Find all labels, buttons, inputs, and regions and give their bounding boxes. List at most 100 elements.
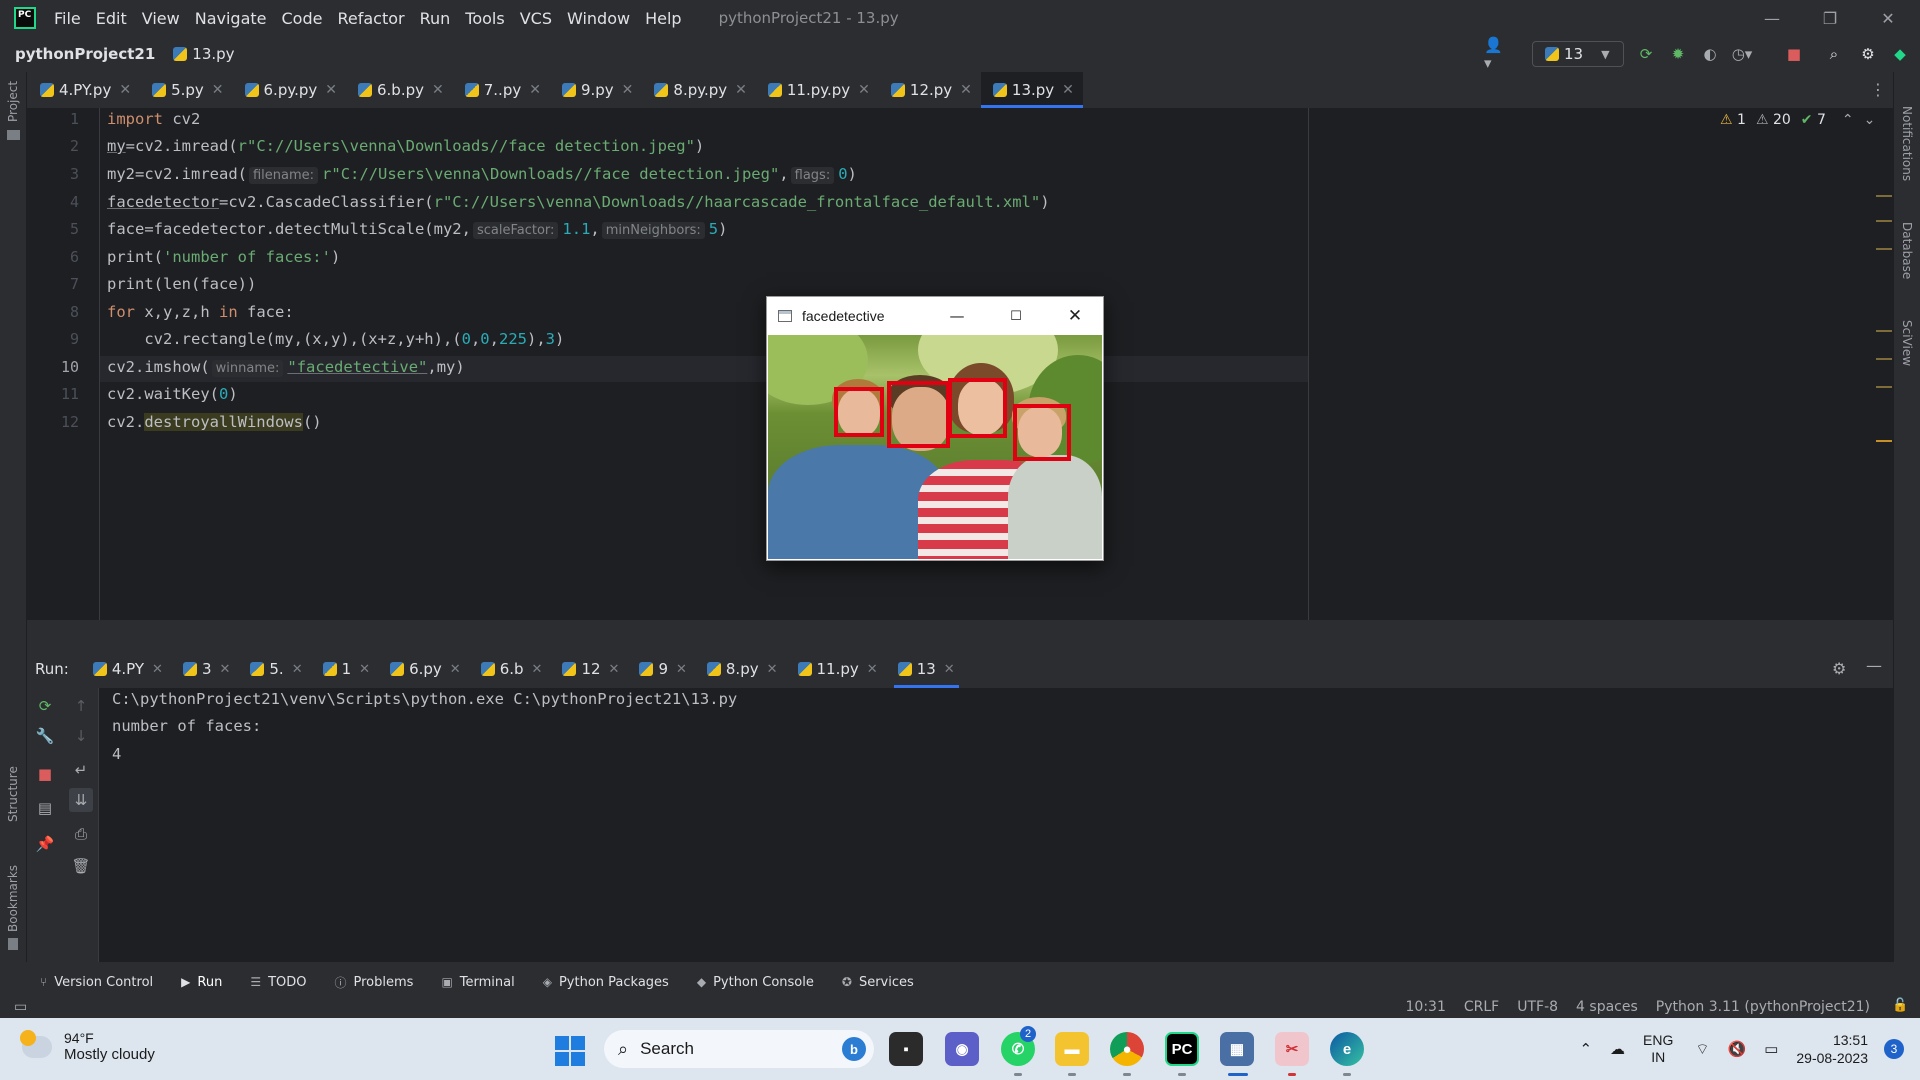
structure-tool-label[interactable]: Structure [6, 766, 20, 822]
run-tab[interactable]: 8.py ✕ [697, 650, 788, 688]
warning-count-1[interactable]: ⚠ 1 [1720, 112, 1746, 128]
services-button[interactable]: ✪ Services [842, 975, 914, 990]
error-stripe-mark[interactable] [1876, 440, 1892, 442]
task-view-icon[interactable]: ▪ [889, 1032, 923, 1066]
wifi-icon[interactable]: ⌔ [1695, 1040, 1709, 1059]
code-line-5[interactable]: face=facedetector.detectMultiScale(my2, s… [107, 220, 727, 239]
notifications-tool-label[interactable]: Notifications [1900, 106, 1914, 181]
battery-icon[interactable]: ▭ [1764, 1040, 1778, 1058]
soft-wrap-icon[interactable]: ↵ [69, 758, 93, 782]
python-console-button[interactable]: ◆ Python Console [697, 975, 814, 990]
close-tab-icon[interactable]: ✕ [867, 662, 878, 677]
menu-help[interactable]: Help [645, 9, 681, 28]
chevron-up-icon[interactable]: ⌃ [1579, 1040, 1592, 1058]
sciview-tool-label[interactable]: SciView [1900, 320, 1914, 366]
jetbrains-ai-icon[interactable]: ◆ [1890, 44, 1910, 64]
error-stripe-mark[interactable] [1876, 330, 1892, 332]
run-tab[interactable]: 3 ✕ [173, 650, 240, 688]
code-line-9[interactable]: cv2.rectangle(my,(x,y),(x+z,y+h),(0,0,22… [107, 330, 564, 348]
opencv-image-window[interactable]: facedetective — ☐ ✕ [766, 296, 1104, 561]
code-line-7[interactable]: print(len(face)) [107, 275, 256, 293]
close-tab-icon[interactable]: ✕ [325, 82, 337, 98]
stop-icon[interactable]: ■ [33, 762, 57, 786]
code-line-3[interactable]: my2=cv2.imread(filename: r"C://Users\venn… [107, 165, 857, 184]
maximize-icon[interactable]: ☐ [1004, 305, 1028, 327]
snipping-tool-icon[interactable]: ✂ [1275, 1032, 1309, 1066]
error-stripe-mark[interactable] [1876, 248, 1892, 250]
bookmark-icon[interactable] [8, 938, 18, 950]
teams-chat-icon[interactable]: ◉ [945, 1032, 979, 1066]
code-line-2[interactable]: my=cv2.imread(r"C://Users\venna\Download… [107, 137, 704, 155]
bookmarks-tool-label[interactable]: Bookmarks [6, 865, 20, 932]
database-tool-label[interactable]: Database [1900, 222, 1914, 279]
run-tab[interactable]: 12 ✕ [552, 650, 629, 688]
menu-refactor[interactable]: Refactor [337, 9, 404, 28]
problems-button[interactable]: ⓘ Problems [335, 974, 414, 991]
close-tab-icon[interactable]: ✕ [858, 82, 870, 98]
opencv-window-titlebar[interactable]: facedetective — ☐ ✕ [767, 297, 1103, 335]
run-tab-active[interactable]: 13 ✕ [888, 650, 965, 688]
close-tab-icon[interactable]: ✕ [960, 82, 972, 98]
editor-tab[interactable]: 9.py ✕ [550, 72, 642, 108]
menu-code[interactable]: Code [282, 9, 323, 28]
more-tabs-icon[interactable]: ⋮ [1870, 80, 1886, 99]
rerun-icon[interactable]: ⟳ [1636, 44, 1656, 64]
menu-vcs[interactable]: VCS [520, 9, 552, 28]
weather-widget[interactable]: 94°F Mostly cloudy [20, 1029, 155, 1063]
close-icon[interactable]: ✕ [1860, 0, 1916, 36]
run-tab[interactable]: 11.py ✕ [788, 650, 888, 688]
terminal-button[interactable]: ▣ Terminal [441, 975, 514, 990]
trash-icon[interactable]: 🗑 [69, 854, 93, 878]
close-tab-icon[interactable]: ✕ [529, 82, 541, 98]
typo-count[interactable]: ✔ 7 [1801, 112, 1826, 128]
scroll-to-end-icon[interactable]: ⇊ [69, 788, 93, 812]
python-interpreter[interactable]: Python 3.11 (pythonProject21) [1656, 999, 1870, 1015]
close-tab-icon[interactable]: ✕ [532, 662, 543, 677]
todo-button[interactable]: ☰ TODO [250, 975, 306, 990]
stop-icon[interactable]: ■ [1784, 44, 1804, 64]
code-line-1[interactable]: import cv2 [107, 110, 200, 128]
hide-panel-icon[interactable]: — [1866, 656, 1882, 675]
chrome-icon[interactable]: ● [1110, 1032, 1144, 1066]
run-tab[interactable]: 1 ✕ [313, 650, 380, 688]
clock[interactable]: 13:51 29-08-2023 [1796, 1031, 1868, 1067]
chevron-up-icon[interactable]: ⌃ [1842, 112, 1854, 128]
close-tab-icon[interactable]: ✕ [152, 662, 163, 677]
code-line-8[interactable]: for x,y,z,h in face: [107, 303, 294, 321]
line-separator[interactable]: CRLF [1464, 999, 1499, 1015]
code-line-12[interactable]: cv2.destroyallWindows() [107, 413, 322, 431]
breadcrumb-file[interactable]: 13.py [173, 45, 235, 63]
menu-file[interactable]: File [54, 9, 81, 28]
coverage-icon[interactable]: ◐ [1700, 44, 1720, 64]
version-control-button[interactable]: ⑂ Version Control [40, 975, 153, 990]
editor-tab[interactable]: 11.py.py ✕ [756, 72, 879, 108]
editor-tab[interactable]: 12.py ✕ [879, 72, 981, 108]
lock-icon[interactable]: 🔓 [1892, 998, 1908, 1013]
run-tab[interactable]: 5. ✕ [240, 650, 312, 688]
close-tab-icon[interactable]: ✕ [609, 662, 620, 677]
menu-run[interactable]: Run [420, 9, 451, 28]
account-icon[interactable]: 👤▾ [1484, 36, 1504, 72]
inspection-widget[interactable]: ⚠ 1 ⚠ 20 ✔ 7 ⌃ ⌄ [1720, 112, 1875, 128]
close-tab-icon[interactable]: ✕ [119, 82, 131, 98]
edge-icon[interactable]: e [1330, 1032, 1364, 1066]
pycharm-icon[interactable]: PC [1165, 1032, 1199, 1066]
close-tab-icon[interactable]: ✕ [622, 82, 634, 98]
error-stripe-mark[interactable] [1876, 386, 1892, 388]
debug-icon[interactable]: ✹ [1668, 44, 1688, 64]
close-tab-icon[interactable]: ✕ [292, 662, 303, 677]
editor-tab-active[interactable]: 13.py ✕ [980, 72, 1083, 108]
menu-navigate[interactable]: Navigate [195, 9, 267, 28]
editor-tab[interactable]: 5.py ✕ [140, 72, 232, 108]
editor-tab[interactable]: 7..py ✕ [453, 72, 550, 108]
close-tab-icon[interactable]: ✕ [735, 82, 747, 98]
menu-tools[interactable]: Tools [465, 9, 504, 28]
run-tab[interactable]: 9 ✕ [629, 650, 696, 688]
search-icon[interactable]: ⌕ [1824, 44, 1844, 64]
minimize-icon[interactable]: — [945, 305, 969, 327]
error-stripe-mark[interactable] [1876, 358, 1892, 360]
input-language[interactable]: ENG IN [1643, 1032, 1673, 1066]
menu-edit[interactable]: Edit [96, 9, 127, 28]
indent-setting[interactable]: 4 spaces [1576, 999, 1638, 1015]
wrench-icon[interactable]: 🔧 [33, 724, 57, 748]
